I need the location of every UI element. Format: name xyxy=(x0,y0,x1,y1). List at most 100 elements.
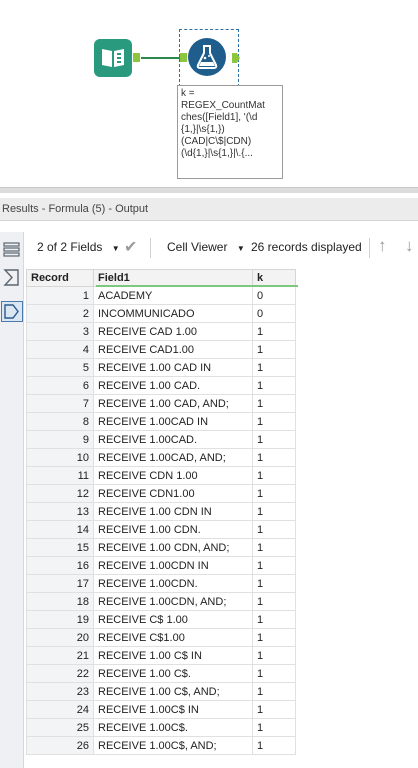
k-cell[interactable]: 1 xyxy=(252,682,296,701)
k-cell[interactable]: 1 xyxy=(252,412,296,431)
column-header-record[interactable]: Record xyxy=(26,269,94,287)
k-cell[interactable]: 1 xyxy=(252,466,296,485)
table-row[interactable]: 17 RECEIVE 1.00CDN. 1 xyxy=(26,574,296,593)
field1-cell[interactable]: ACADEMY xyxy=(93,286,253,305)
field1-cell[interactable]: RECEIVE 1.00 C$. xyxy=(93,664,253,683)
table-row[interactable]: 19 RECEIVE C$ 1.00 1 xyxy=(26,610,296,629)
record-cell[interactable]: 10 xyxy=(26,448,94,467)
table-row[interactable]: 9 RECEIVE 1.00CAD. 1 xyxy=(26,430,296,449)
arrow-up-icon[interactable]: ↑ xyxy=(378,236,387,256)
record-cell[interactable]: 24 xyxy=(26,700,94,719)
table-row[interactable]: 18 RECEIVE 1.00CDN, AND; 1 xyxy=(26,592,296,611)
table-row[interactable]: 11 RECEIVE CDN 1.00 1 xyxy=(26,466,296,485)
field1-cell[interactable]: RECEIVE 1.00 CAD. xyxy=(93,376,253,395)
formula-tool[interactable] xyxy=(188,38,226,76)
metadata-button[interactable] xyxy=(2,268,21,287)
record-cell[interactable]: 17 xyxy=(26,574,94,593)
table-row[interactable]: 15 RECEIVE 1.00 CDN, AND; 1 xyxy=(26,538,296,557)
k-cell[interactable]: 1 xyxy=(252,718,296,737)
k-cell[interactable]: 1 xyxy=(252,430,296,449)
workflow-canvas[interactable]: k = REGEX_CountMat ches([Field1], '(\d {… xyxy=(0,0,418,187)
field1-cell[interactable]: RECEIVE 1.00 CAD, AND; xyxy=(93,394,253,413)
field1-cell[interactable]: RECEIVE 1.00CAD, AND; xyxy=(93,448,253,467)
record-cell[interactable]: 6 xyxy=(26,376,94,395)
table-row[interactable]: 25 RECEIVE 1.00C$. 1 xyxy=(26,718,296,737)
table-row[interactable]: 23 RECEIVE 1.00 C$, AND; 1 xyxy=(26,682,296,701)
input-data-tool[interactable] xyxy=(94,39,132,77)
k-cell[interactable]: 1 xyxy=(252,592,296,611)
field1-cell[interactable]: RECEIVE 1.00 C$, AND; xyxy=(93,682,253,701)
record-cell[interactable]: 7 xyxy=(26,394,94,413)
field1-cell[interactable]: RECEIVE 1.00 C$ IN xyxy=(93,646,253,665)
table-row[interactable]: 2 INCOMMUNICADO 0 xyxy=(26,304,296,323)
field1-cell[interactable]: RECEIVE 1.00C$, AND; xyxy=(93,736,253,755)
table-row[interactable]: 1 ACADEMY 0 xyxy=(26,286,296,305)
table-row[interactable]: 8 RECEIVE 1.00CAD IN 1 xyxy=(26,412,296,431)
field1-cell[interactable]: RECEIVE CDN1.00 xyxy=(93,484,253,503)
record-cell[interactable]: 12 xyxy=(26,484,94,503)
k-cell[interactable]: 1 xyxy=(252,538,296,557)
record-cell[interactable]: 14 xyxy=(26,520,94,539)
k-cell[interactable]: 0 xyxy=(252,304,296,323)
field1-cell[interactable]: RECEIVE 1.00 CDN, AND; xyxy=(93,538,253,557)
record-cell[interactable]: 15 xyxy=(26,538,94,557)
field1-cell[interactable]: RECEIVE CAD1.00 xyxy=(93,340,253,359)
record-cell[interactable]: 20 xyxy=(26,628,94,647)
field1-cell[interactable]: INCOMMUNICADO xyxy=(93,304,253,323)
record-cell[interactable]: 9 xyxy=(26,430,94,449)
record-cell[interactable]: 23 xyxy=(26,682,94,701)
connection-line[interactable] xyxy=(141,57,181,59)
k-cell[interactable]: 1 xyxy=(252,394,296,413)
table-row[interactable]: 22 RECEIVE 1.00 C$. 1 xyxy=(26,664,296,683)
table-row[interactable]: 20 RECEIVE C$1.00 1 xyxy=(26,628,296,647)
field1-cell[interactable]: RECEIVE 1.00 CDN. xyxy=(93,520,253,539)
table-row[interactable]: 6 RECEIVE 1.00 CAD. 1 xyxy=(26,376,296,395)
cell-viewer-dropdown[interactable]: Cell Viewer ▼ xyxy=(167,240,245,254)
tag-view-button[interactable] xyxy=(1,301,23,322)
table-row[interactable]: 5 RECEIVE 1.00 CAD IN 1 xyxy=(26,358,296,377)
record-cell[interactable]: 2 xyxy=(26,304,94,323)
field1-cell[interactable]: RECEIVE 1.00CAD. xyxy=(93,430,253,449)
record-cell[interactable]: 26 xyxy=(26,736,94,755)
field1-cell[interactable]: RECEIVE C$ 1.00 xyxy=(93,610,253,629)
table-row[interactable]: 3 RECEIVE CAD 1.00 1 xyxy=(26,322,296,341)
table-row[interactable]: 16 RECEIVE 1.00CDN IN 1 xyxy=(26,556,296,575)
record-cell[interactable]: 25 xyxy=(26,718,94,737)
field1-cell[interactable]: RECEIVE 1.00 CDN IN xyxy=(93,502,253,521)
list-view-button[interactable] xyxy=(2,240,21,259)
k-cell[interactable]: 1 xyxy=(252,322,296,341)
record-cell[interactable]: 21 xyxy=(26,646,94,665)
field1-cell[interactable]: RECEIVE C$1.00 xyxy=(93,628,253,647)
table-row[interactable]: 26 RECEIVE 1.00C$, AND; 1 xyxy=(26,736,296,755)
record-cell[interactable]: 5 xyxy=(26,358,94,377)
field1-cell[interactable]: RECEIVE 1.00CDN. xyxy=(93,574,253,593)
table-row[interactable]: 14 RECEIVE 1.00 CDN. 1 xyxy=(26,520,296,539)
table-row[interactable]: 7 RECEIVE 1.00 CAD, AND; 1 xyxy=(26,394,296,413)
checkmark-icon[interactable]: ✔ xyxy=(124,237,137,257)
table-row[interactable]: 4 RECEIVE CAD1.00 1 xyxy=(26,340,296,359)
k-cell[interactable]: 1 xyxy=(252,520,296,539)
record-cell[interactable]: 18 xyxy=(26,592,94,611)
k-cell[interactable]: 1 xyxy=(252,664,296,683)
k-cell[interactable]: 1 xyxy=(252,700,296,719)
k-cell[interactable]: 0 xyxy=(252,286,296,305)
arrow-down-icon[interactable]: ↓ xyxy=(405,236,414,256)
table-row[interactable]: 10 RECEIVE 1.00CAD, AND; 1 xyxy=(26,448,296,467)
record-cell[interactable]: 4 xyxy=(26,340,94,359)
k-cell[interactable]: 1 xyxy=(252,610,296,629)
record-cell[interactable]: 19 xyxy=(26,610,94,629)
k-cell[interactable]: 1 xyxy=(252,628,296,647)
record-cell[interactable]: 22 xyxy=(26,664,94,683)
record-cell[interactable]: 8 xyxy=(26,412,94,431)
k-cell[interactable]: 1 xyxy=(252,358,296,377)
column-header-field1[interactable]: Field1 xyxy=(93,269,253,287)
k-cell[interactable]: 1 xyxy=(252,556,296,575)
k-cell[interactable]: 1 xyxy=(252,484,296,503)
k-cell[interactable]: 1 xyxy=(252,448,296,467)
record-cell[interactable]: 16 xyxy=(26,556,94,575)
field1-cell[interactable]: RECEIVE CDN 1.00 xyxy=(93,466,253,485)
k-cell[interactable]: 1 xyxy=(252,502,296,521)
k-cell[interactable]: 1 xyxy=(252,646,296,665)
panel-divider[interactable] xyxy=(0,187,418,193)
k-cell[interactable]: 1 xyxy=(252,376,296,395)
